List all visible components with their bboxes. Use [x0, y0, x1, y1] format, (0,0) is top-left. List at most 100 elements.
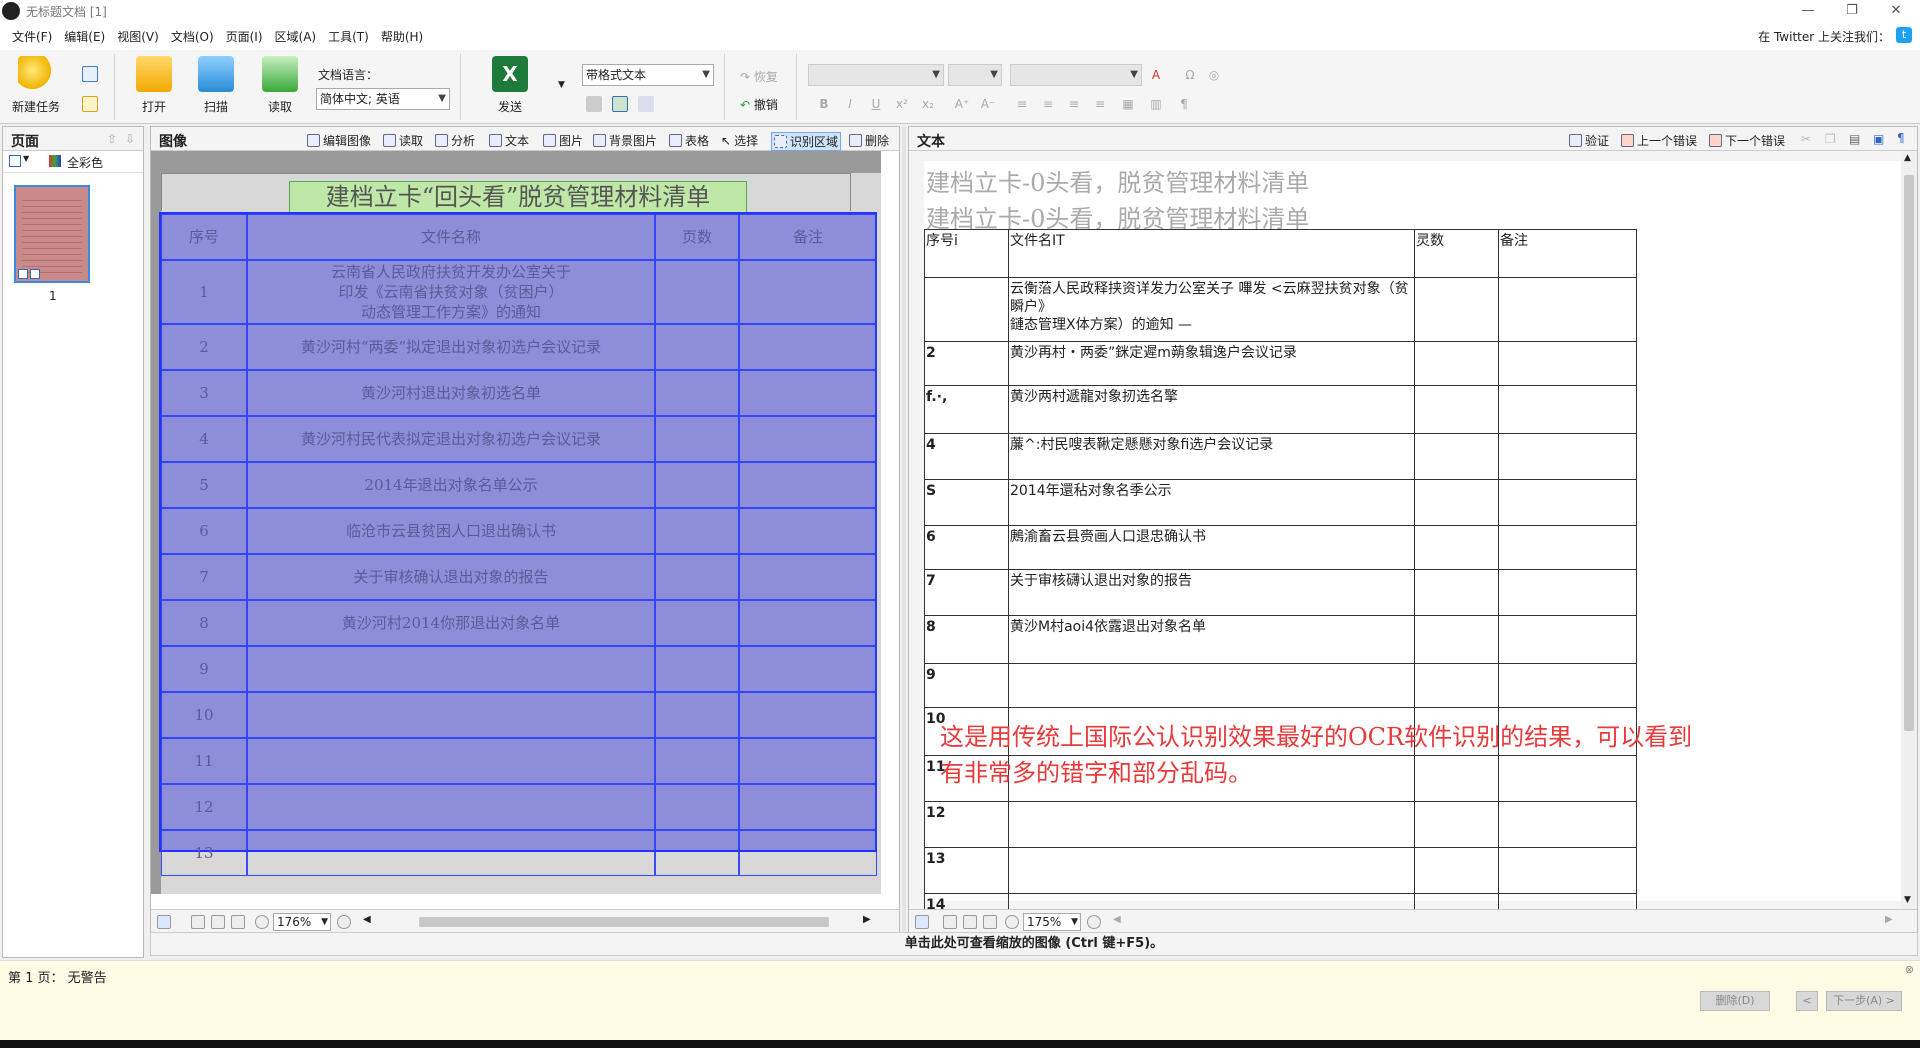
view-split-icon[interactable] — [211, 915, 225, 929]
font-size-select[interactable]: ▼ — [948, 64, 1002, 86]
zoom-in-icon[interactable] — [1087, 915, 1101, 929]
text-row-number[interactable]: f.·, — [924, 385, 1009, 434]
text-row-number[interactable] — [924, 277, 1009, 342]
open-button[interactable]: 打开 — [124, 54, 184, 120]
text-row-name[interactable] — [1008, 847, 1415, 894]
menu-area[interactable]: 区域(A) — [269, 28, 323, 45]
text-row-pages[interactable] — [1414, 569, 1499, 616]
text-layout-icon[interactable] — [612, 96, 628, 112]
table-icon[interactable]: ▦ — [1120, 96, 1136, 112]
text-row-name[interactable]: 黄沙再村・两委”銤定遲m蒴象辑逸户会议记录 — [1008, 341, 1415, 386]
view-split-icon[interactable] — [963, 915, 977, 929]
text-row-name[interactable]: 黄沙M村aoi4依露退出对象名单 — [1008, 615, 1415, 664]
text-row-notes[interactable] — [1498, 847, 1637, 894]
text-row-notes[interactable] — [1498, 433, 1637, 480]
increase-font-icon[interactable]: A⁺ — [954, 96, 970, 112]
page-layout-icon[interactable] — [586, 96, 602, 112]
text-table-header[interactable]: 灵数 — [1414, 229, 1499, 278]
image-viewport[interactable]: 建档立卡“回头看”脱贫管理材料清单 序号 文件名称 页数 备注 1 云南省人民政府扶贫开发… — [151, 151, 881, 911]
text-table-header[interactable]: 文件名IT — [1008, 229, 1415, 278]
format-marks-icon[interactable]: ▣ — [1873, 132, 1884, 146]
restore-button[interactable]: ❐ — [1830, 0, 1874, 22]
text-row-number[interactable]: 2 — [924, 341, 1009, 386]
text-row-number[interactable]: S — [924, 479, 1009, 526]
menu-help[interactable]: 帮助(H) — [375, 28, 429, 45]
chevron-up-icon[interactable]: ▲ — [1904, 153, 1911, 163]
close-button[interactable]: ✕ — [1874, 0, 1918, 22]
next-error-button[interactable]: 下一个错误 — [1709, 132, 1785, 149]
scroll-right-icon[interactable]: ▶ — [1885, 914, 1893, 925]
next-warning-button[interactable]: 下一步(A) > — [1826, 991, 1902, 1011]
font-color-icon[interactable]: A — [1148, 67, 1164, 83]
zoom-out-icon[interactable] — [1005, 915, 1019, 929]
text-table-header[interactable]: 备注 — [1498, 229, 1637, 278]
text-vertical-scrollbar[interactable]: ▲ ▼ — [1901, 151, 1917, 911]
italic-icon[interactable]: I — [842, 96, 858, 112]
text-row-name[interactable]: 薕^:村民嗖表鞦定懸懸对象fi选户会议记录 — [1008, 433, 1415, 480]
scroll-right-icon[interactable]: ▶ — [863, 914, 871, 925]
text-row-pages[interactable] — [1414, 433, 1499, 480]
text-area-button[interactable]: 文本 — [489, 132, 529, 149]
zoom-out-icon[interactable] — [255, 915, 269, 929]
chevron-down-icon[interactable]: ▼ — [23, 154, 29, 163]
menu-page[interactable]: 页面(I) — [220, 28, 269, 45]
text-row-name[interactable]: 云衡菭人民政释挟资详发力公室关子 嗶发 <云麻翌扶贫对象（贫瞬户》 鏈态管理X体… — [1008, 277, 1415, 342]
cut-icon[interactable]: ✂ — [1801, 132, 1811, 146]
select-button[interactable]: ↖ 选择 — [721, 132, 758, 149]
text-row-name[interactable] — [1008, 801, 1415, 848]
text-row-pages[interactable] — [1414, 525, 1499, 570]
text-zoom-select[interactable]: 175% ▼ — [1023, 913, 1081, 931]
text-row-pages[interactable] — [1414, 341, 1499, 386]
text-row-notes[interactable] — [1498, 385, 1637, 434]
zoom-hint-bar[interactable]: 单击此处可查看缩放的图像 (Ctrl 键+F5)。 — [150, 932, 1918, 956]
recognition-region[interactable]: 序号 文件名称 页数 备注 1 云南省人民政府扶贫开发办公室关于 印发《云南省扶贫对象（贫… — [159, 212, 877, 876]
undo-button[interactable]: ↶ 撤销 — [740, 96, 778, 113]
text-row-notes[interactable] — [1498, 341, 1637, 386]
special-char-icon[interactable]: Ω — [1182, 67, 1198, 83]
doc-language-select[interactable]: 简体中文; 英语 ▼ — [316, 88, 450, 110]
recognized-title-visible[interactable]: 建档立卡-0头看，脱贫管理材料清单 — [926, 165, 1309, 201]
text-row-pages[interactable] — [1414, 385, 1499, 434]
verify-button[interactable]: 验证 — [1569, 132, 1609, 149]
page-up-icon[interactable] — [915, 915, 929, 929]
text-row-pages[interactable] — [1414, 663, 1499, 708]
superscript-icon[interactable]: x² — [894, 96, 910, 112]
text-row-notes[interactable] — [1498, 663, 1637, 708]
text-row-notes[interactable] — [1498, 277, 1637, 342]
text-row-name[interactable]: 鶊渝畜云县赍画人口退忠确认书 — [1008, 525, 1415, 570]
image-zoom-select[interactable]: 176% ▼ — [273, 913, 331, 931]
send-dropdown-icon[interactable]: ▼ — [558, 80, 565, 90]
minimize-button[interactable]: — — [1786, 0, 1830, 22]
color-mode-label[interactable]: 全彩色 — [67, 154, 103, 171]
text-row-name[interactable]: 2014年還秥对象名季公示 — [1008, 479, 1415, 526]
paragraph-icon[interactable]: ¶ — [1176, 96, 1192, 112]
text-row-pages[interactable] — [1414, 615, 1499, 664]
decrease-font-icon[interactable]: A⁻ — [980, 96, 996, 112]
paste-text-icon[interactable]: ▤ — [1849, 132, 1860, 146]
picture-area-button[interactable]: 图片 — [543, 132, 583, 149]
align-left-icon[interactable]: ≡ — [1014, 96, 1030, 112]
justify-icon[interactable]: ≡ — [1092, 96, 1108, 112]
view-grid-icon[interactable] — [191, 915, 205, 929]
view-columns-icon[interactable] — [231, 915, 245, 929]
zoom-in-icon[interactable] — [337, 915, 351, 929]
underline-icon[interactable]: U — [868, 96, 884, 112]
text-row-pages[interactable] — [1414, 479, 1499, 526]
previous-warning-button[interactable]: < — [1796, 991, 1818, 1011]
read-area-button[interactable]: 读取 — [383, 132, 423, 149]
text-viewport[interactable]: 建档立卡-0头看，脱贫管理材料清单 序号i 文件名IT 灵数 备注云衡菭人民政释挟资详… — [909, 151, 1901, 911]
menu-view[interactable]: 视图(V) — [111, 28, 165, 45]
menu-document[interactable]: 文档(O) — [165, 28, 220, 45]
send-button[interactable]: X 发送 — [480, 54, 540, 120]
move-up-icon[interactable]: ⇧ — [107, 132, 117, 146]
text-row-notes[interactable] — [1498, 525, 1637, 570]
chevron-down-icon[interactable]: ▼ — [1904, 895, 1911, 905]
text-table-header[interactable]: 序号i — [924, 229, 1009, 278]
language-icon[interactable]: ◎ — [1206, 67, 1222, 83]
text-row-name[interactable]: 关于审核礴认退出对象的报告 — [1008, 569, 1415, 616]
copy-icon[interactable] — [82, 66, 98, 82]
scroll-left-icon[interactable]: ◀ — [1113, 914, 1121, 925]
move-down-icon[interactable]: ⇩ — [125, 132, 135, 146]
new-task-button[interactable]: 新建任务 — [6, 54, 66, 120]
scroll-left-icon[interactable]: ◀ — [363, 914, 371, 925]
